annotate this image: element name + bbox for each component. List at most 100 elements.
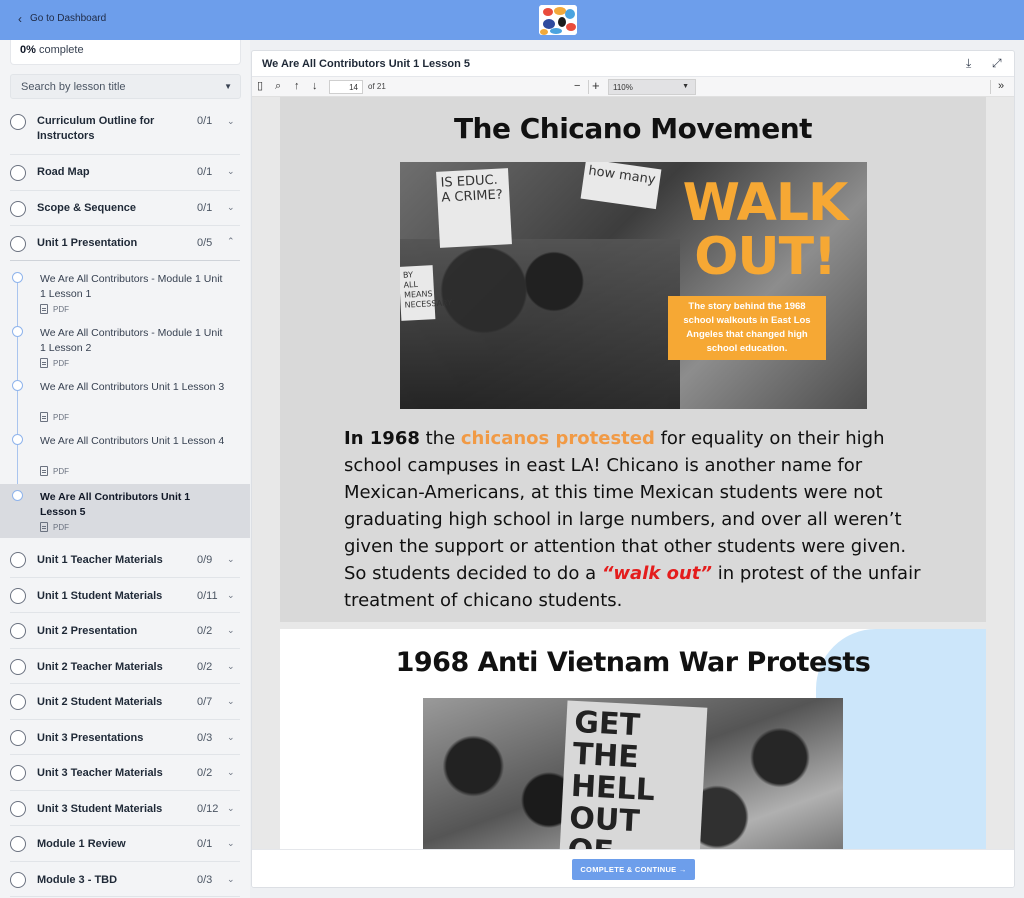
section-title: Road Map bbox=[37, 166, 90, 178]
lesson-type-label: PDF bbox=[53, 358, 69, 368]
section-count: 0/11 bbox=[197, 590, 218, 602]
text-segment: the bbox=[419, 428, 461, 449]
pdf-toolbar: ▯ ⌕ ↑ ↓ 14 of 21 − + 110% ▼ » bbox=[252, 77, 1014, 97]
lesson-status-dot-icon bbox=[12, 434, 23, 445]
section-title: Scope & Sequence bbox=[37, 202, 137, 214]
lesson-item-2[interactable]: We Are All Contributors - Module 1 Unit … bbox=[0, 318, 250, 372]
protest-sign-educ: IS EDUC. A CRIME? bbox=[436, 168, 512, 248]
section-unit-2-teacher-materials[interactable]: Unit 2 Teacher Materials 0/2 ⌄ bbox=[10, 649, 240, 684]
tools-menu-icon[interactable]: » bbox=[998, 80, 1004, 93]
pdf-icon bbox=[40, 412, 48, 422]
text-highlight-orange: chicanos protested bbox=[460, 428, 655, 449]
section-title: Module 1 Review bbox=[37, 838, 126, 850]
section-module-3-tbd[interactable]: Module 3 - TBD 0/3 ⌄ bbox=[10, 862, 240, 897]
lesson-type-label: PDF bbox=[53, 412, 69, 422]
lesson-content-area: We Are All Contributors Unit 1 Lesson 5 … bbox=[250, 40, 1024, 898]
section-unit-3-teacher-materials[interactable]: Unit 3 Teacher Materials 0/2 ⌄ bbox=[10, 755, 240, 791]
section-unit-3-student-materials[interactable]: Unit 3 Student Materials 0/12 ⌄ bbox=[10, 791, 240, 826]
chevron-down-icon: ⌄ bbox=[227, 767, 235, 777]
lesson-title: We Are All Contributors - Module 1 Unit … bbox=[40, 327, 223, 354]
zoom-select[interactable]: 110% ▼ bbox=[608, 79, 696, 95]
section-module-1-review[interactable]: Module 1 Review 0/1 ⌄ bbox=[10, 826, 240, 862]
lesson-item-4[interactable]: We Are All Contributors Unit 1 Lesson 4 … bbox=[0, 426, 250, 480]
chevron-down-icon: ⌄ bbox=[227, 116, 235, 126]
chevron-down-icon: ⌄ bbox=[227, 732, 235, 742]
complete-continue-button[interactable]: COMPLETE & CONTINUE → bbox=[572, 859, 695, 880]
lesson-type: PDF bbox=[40, 466, 69, 476]
section-count: 0/3 bbox=[197, 732, 213, 744]
section-count: 0/2 bbox=[197, 661, 213, 673]
section-count: 0/3 bbox=[197, 874, 213, 886]
section-title: Unit 1 Teacher Materials bbox=[37, 554, 163, 566]
lesson-status-dot-icon bbox=[12, 272, 23, 283]
section-unit-2-presentation[interactable]: Unit 2 Presentation 0/2 ⌄ bbox=[10, 613, 240, 649]
section-title: Unit 2 Presentation bbox=[37, 625, 138, 637]
section-title: Unit 1 Presentation bbox=[37, 237, 138, 249]
section-title: Unit 3 Student Materials bbox=[37, 803, 163, 815]
section-title: Unit 1 Student Materials bbox=[37, 590, 163, 602]
chicano-movement-paragraph: In 1968 the chicanos protested for equal… bbox=[344, 425, 924, 614]
pdf-page-vietnam-protests: 1968 Anti Vietnam War Protests GET THE H… bbox=[280, 629, 986, 849]
protest-sign-by-all-means: BY ALL MEANS NECESSARY bbox=[400, 265, 452, 321]
lesson-title-heading: We Are All Contributors Unit 1 Lesson 5 bbox=[262, 58, 471, 70]
zoom-in-icon[interactable]: + bbox=[592, 79, 600, 92]
protest-sign-how-many: how many bbox=[580, 162, 662, 210]
incomplete-circle-icon bbox=[10, 659, 26, 675]
zoom-out-icon[interactable]: − bbox=[574, 80, 580, 93]
search-icon[interactable]: ⌕ bbox=[275, 80, 281, 93]
incomplete-circle-icon bbox=[10, 201, 26, 217]
chevron-down-icon: ⌄ bbox=[227, 874, 235, 884]
section-unit-2-student-materials[interactable]: Unit 2 Student Materials 0/7 ⌄ bbox=[10, 684, 240, 720]
section-unit-1-student-materials[interactable]: Unit 1 Student Materials 0/11 ⌄ bbox=[10, 578, 240, 613]
lesson-search-select[interactable]: Search by lesson title ▼ bbox=[10, 74, 241, 99]
zoom-value: 110% bbox=[613, 83, 633, 92]
section-road-map[interactable]: Road Map 0/1 ⌄ bbox=[10, 155, 240, 191]
section-title: Module 3 - TBD bbox=[37, 874, 118, 886]
text-year: In 1968 bbox=[344, 428, 420, 449]
next-page-icon[interactable]: ↓ bbox=[312, 80, 318, 93]
section-title: Unit 3 Teacher Materials bbox=[37, 767, 163, 779]
protest-sign-vietnam: GET THE HELL OUT OF VIETNAM bbox=[558, 700, 708, 849]
lesson-status-dot-icon bbox=[12, 380, 23, 391]
go-to-dashboard-link[interactable]: ‹ Go to Dashboard bbox=[18, 13, 106, 25]
section-count: 0/5 bbox=[197, 237, 213, 249]
fullscreen-icon[interactable]: ⤢ bbox=[992, 56, 1002, 71]
section-unit-3-presentations[interactable]: Unit 3 Presentations 0/3 ⌄ bbox=[10, 720, 240, 755]
progress-label: complete bbox=[38, 44, 84, 56]
page-heading: 1968 Anti Vietnam War Protests bbox=[395, 647, 871, 678]
incomplete-circle-icon bbox=[10, 623, 26, 639]
progress-percent: 0% bbox=[20, 44, 36, 56]
download-icon[interactable]: ⤓ bbox=[966, 56, 971, 71]
incomplete-circle-icon bbox=[10, 552, 26, 568]
section-unit-1-teacher-materials[interactable]: Unit 1 Teacher Materials 0/9 ⌄ bbox=[10, 542, 240, 578]
photo-crowd bbox=[400, 239, 680, 409]
lesson-item-5-active[interactable]: We Are All Contributors Unit 1 Lesson 5 … bbox=[0, 484, 250, 538]
lesson-item-1[interactable]: We Are All Contributors - Module 1 Unit … bbox=[0, 264, 250, 318]
section-curriculum-outline[interactable]: Curriculum Outline for Instructors 0/1 ⌄ bbox=[10, 100, 240, 155]
incomplete-circle-icon bbox=[10, 730, 26, 746]
sidebar-toggle-icon[interactable]: ▯ bbox=[257, 80, 263, 93]
pdf-page-chicano-movement: The Chicano Movement IS EDUC. A CRIME? h… bbox=[280, 97, 986, 622]
section-count: 0/1 bbox=[197, 838, 213, 850]
page-number-input[interactable]: 14 bbox=[329, 80, 363, 94]
walkout-headline: WALK OUT! bbox=[682, 173, 849, 287]
section-count: 0/1 bbox=[197, 202, 213, 214]
previous-page-icon[interactable]: ↑ bbox=[294, 80, 300, 93]
lesson-status-dot-icon bbox=[12, 490, 23, 501]
lesson-header: We Are All Contributors Unit 1 Lesson 5 … bbox=[252, 51, 1014, 77]
logo-graphic bbox=[539, 5, 577, 35]
pdf-viewer[interactable]: The Chicano Movement IS EDUC. A CRIME? h… bbox=[252, 97, 1014, 849]
school-logo[interactable] bbox=[539, 5, 577, 35]
lesson-item-3[interactable]: We Are All Contributors Unit 1 Lesson 3 … bbox=[0, 372, 250, 426]
section-count: 0/9 bbox=[197, 554, 213, 566]
section-scope-sequence[interactable]: Scope & Sequence 0/1 ⌄ bbox=[10, 191, 240, 226]
text-highlight-red: “walk out” bbox=[601, 563, 712, 584]
lesson-title: We Are All Contributors - Module 1 Unit … bbox=[40, 273, 223, 300]
lesson-footer: COMPLETE & CONTINUE → bbox=[252, 849, 1014, 887]
course-sidebar: 0% complete Search by lesson title ▼ Cur… bbox=[0, 40, 250, 898]
section-unit-1-presentation[interactable]: Unit 1 Presentation 0/5 ⌃ bbox=[10, 226, 240, 261]
chevron-down-icon: ⌄ bbox=[227, 696, 235, 706]
pdf-icon bbox=[40, 522, 48, 532]
chevron-down-icon: ⌄ bbox=[227, 166, 235, 176]
chevron-down-icon: ⌄ bbox=[227, 838, 235, 848]
